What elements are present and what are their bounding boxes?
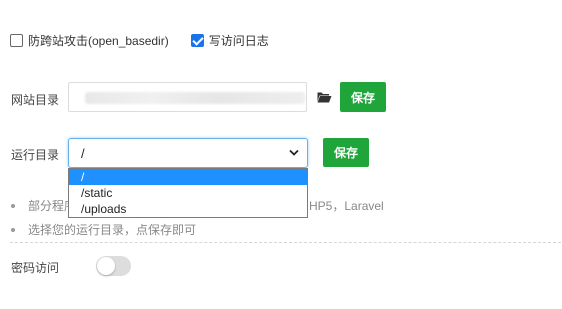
site-dir-save-button[interactable]: 保存 (340, 82, 386, 112)
run-dir-selected-value: / (81, 146, 85, 161)
run-dir-option[interactable]: / (69, 169, 307, 185)
site-dir-value-redacted (85, 92, 305, 104)
password-access-toggle[interactable] (96, 256, 131, 276)
tip-line-2: 选择您的运行目录，点保存即可 (11, 221, 196, 238)
bullet-icon (11, 227, 15, 232)
anti-xss-label[interactable]: 防跨站攻击(open_basedir) (28, 32, 169, 49)
run-dir-option[interactable]: /uploads (69, 201, 307, 217)
run-dir-label: 运行目录 (11, 148, 60, 162)
access-log-checkbox[interactable] (190, 33, 204, 47)
run-dir-option[interactable]: /static (69, 185, 307, 201)
run-dir-save-button[interactable]: 保存 (323, 138, 369, 167)
run-dir-select[interactable]: / (68, 138, 308, 168)
run-dir-dropdown: / /static /uploads (68, 168, 308, 218)
site-dir-label: 网站目录 (11, 93, 60, 107)
tip-line-1-suffix: HP5，Laravel (309, 199, 384, 213)
tip-line-2-text: 选择您的运行目录，点保存即可 (28, 223, 197, 237)
divider (10, 242, 561, 243)
toggle-knob (97, 257, 115, 275)
folder-open-icon[interactable] (317, 91, 332, 103)
password-access-label: 密码访问 (11, 261, 60, 275)
chevron-down-icon (289, 149, 299, 156)
tip-line-1: 部分程序 (11, 197, 76, 214)
anti-xss-checkbox[interactable] (10, 33, 23, 47)
site-dir-input[interactable] (68, 82, 307, 112)
bullet-icon (11, 203, 15, 208)
access-log-label[interactable]: 写访问日志 (209, 32, 269, 49)
options-row: 防跨站攻击(open_basedir) 写访问日志 (10, 31, 291, 49)
